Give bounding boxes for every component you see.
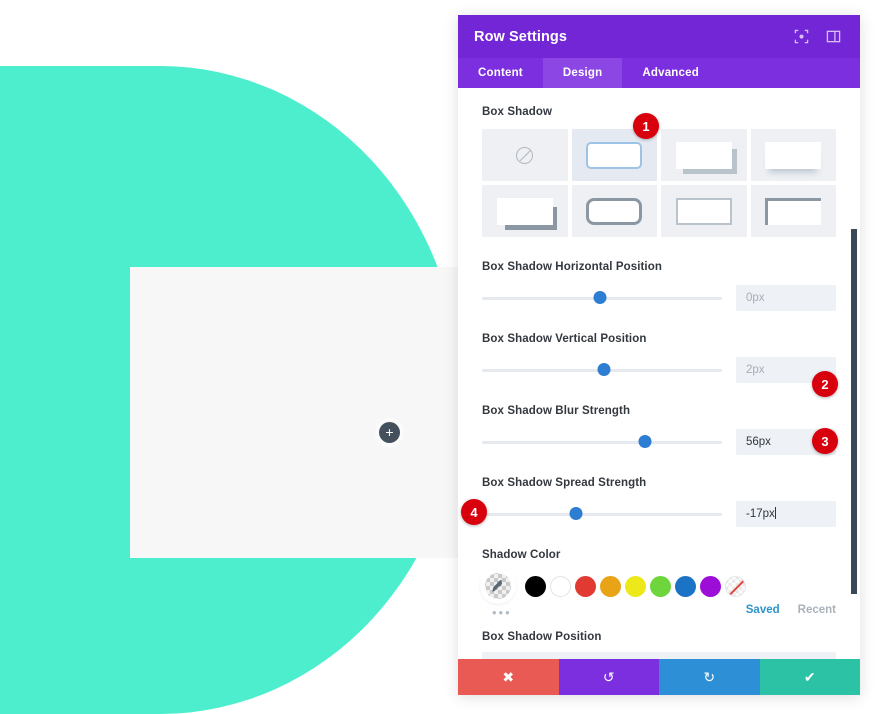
- redo-button[interactable]: ↻: [659, 659, 760, 695]
- swatch-purple[interactable]: [700, 575, 721, 597]
- settings-scroll-area: Box Shadow Box Shadow Horizontal Positio…: [458, 88, 860, 659]
- preset-thick-rounded-border[interactable]: [571, 185, 657, 237]
- spread-strength-slider[interactable]: [482, 507, 722, 521]
- blur-strength-slider[interactable]: [482, 435, 722, 449]
- slider-handle[interactable]: [638, 435, 652, 448]
- preset-preview: [765, 141, 822, 169]
- shadow-color-label: Shadow Color: [482, 549, 561, 561]
- vertical-position-slider[interactable]: [482, 363, 722, 377]
- modal-tabs: Content Design Advanced: [458, 58, 860, 88]
- swatch-red[interactable]: [575, 575, 596, 597]
- annotation-badge-2: 2: [812, 371, 838, 397]
- row-placeholder: [130, 267, 490, 558]
- swatch-green[interactable]: [650, 575, 671, 597]
- preset-top-left-corner[interactable]: [750, 185, 836, 237]
- horizontal-position-input[interactable]: 0px: [736, 285, 836, 311]
- swatch-black[interactable]: [525, 575, 546, 597]
- swatch-none[interactable]: [725, 575, 746, 597]
- swatch-orange[interactable]: [600, 575, 621, 597]
- preset-preview: [675, 197, 732, 225]
- add-module-button[interactable]: +: [379, 422, 400, 443]
- field-label: Box Shadow Horizontal Position: [482, 261, 662, 273]
- preset-preview: [586, 197, 643, 225]
- box-shadow-preset-grid: [482, 129, 836, 237]
- eyedropper-swatch[interactable]: [482, 570, 514, 602]
- eyedropper-icon: [485, 573, 511, 599]
- field-label: Box Shadow Blur Strength: [482, 405, 631, 417]
- control-box-shadow-position: Box Shadow Position Outer Shadow ▲▼: [482, 631, 836, 659]
- preset-preview: [496, 197, 553, 225]
- shadow-color-swatches: [482, 570, 836, 602]
- control-shadow-color: Shadow Color ••• Saved Recent: [482, 549, 836, 619]
- screen: + Row Settings Content Design Advanced B…: [0, 0, 880, 714]
- annotation-badge-3: 3: [812, 428, 838, 454]
- tab-design[interactable]: Design: [542, 58, 623, 88]
- box-shadow-section-label: Box Shadow: [482, 106, 553, 118]
- horizontal-position-slider[interactable]: [482, 291, 722, 305]
- tab-advanced[interactable]: Advanced: [622, 58, 719, 88]
- preset-preview: [586, 141, 643, 169]
- box-shadow-position-label: Box Shadow Position: [482, 631, 602, 643]
- settings-content: Box Shadow Box Shadow Horizontal Positio…: [458, 88, 860, 659]
- field-label: Box Shadow Spread Strength: [482, 477, 647, 489]
- slider-handle[interactable]: [597, 363, 611, 376]
- preset-soft-bottom[interactable]: [750, 129, 836, 181]
- swatch-yellow[interactable]: [625, 575, 646, 597]
- field-label: Box Shadow Vertical Position: [482, 333, 647, 345]
- scrollbar-thumb[interactable]: [851, 229, 857, 594]
- modal-footer: ✖ ↺ ↻ ✔: [458, 659, 860, 695]
- box-shadow-position-select[interactable]: Outer Shadow ▲▼: [482, 652, 836, 659]
- control-vertical-position: Box Shadow Vertical Position 2px: [482, 333, 836, 383]
- control-horizontal-position: Box Shadow Horizontal Position 0px: [482, 261, 836, 311]
- discard-button[interactable]: ✖: [458, 659, 559, 695]
- saved-colors-tab[interactable]: Saved: [746, 604, 780, 616]
- swatch-white[interactable]: [550, 575, 571, 597]
- save-button[interactable]: ✔: [759, 659, 860, 695]
- swatch-blue[interactable]: [675, 575, 696, 597]
- no-shadow-icon: [516, 146, 534, 164]
- row-settings-modal: Row Settings Content Design Advanced Box…: [458, 15, 860, 695]
- modal-header: Row Settings: [458, 15, 860, 58]
- undo-button[interactable]: ↺: [558, 659, 659, 695]
- preset-thin-border[interactable]: [661, 185, 747, 237]
- spread-strength-input[interactable]: -17px: [736, 501, 836, 527]
- page-title: Row Settings: [474, 28, 568, 45]
- preset-none[interactable]: [482, 129, 568, 181]
- slider-track: [482, 513, 722, 516]
- recent-colors-tab[interactable]: Recent: [798, 604, 836, 616]
- annotation-badge-1: 1: [633, 113, 659, 139]
- tab-content[interactable]: Content: [458, 58, 543, 88]
- panel-layout-icon[interactable]: [822, 26, 844, 48]
- slider-handle[interactable]: [593, 291, 607, 304]
- slider-track: [482, 441, 722, 444]
- slider-handle[interactable]: [569, 507, 583, 520]
- preset-offset-bottom-right[interactable]: [482, 185, 568, 237]
- preset-hard-bottom-right[interactable]: [661, 129, 747, 181]
- control-spread-strength: Box Shadow Spread Strength -17px: [482, 477, 836, 527]
- saved-recent-tabs: Saved Recent: [746, 604, 836, 616]
- scrollbar-track[interactable]: [850, 88, 858, 659]
- focus-target-icon[interactable]: [790, 26, 812, 48]
- annotation-badge-4: 4: [461, 499, 487, 525]
- control-blur-strength: Box Shadow Blur Strength 56px: [482, 405, 836, 455]
- preset-preview: [675, 141, 732, 169]
- select-value: Outer Shadow: [482, 652, 836, 659]
- preset-preview: [765, 197, 822, 225]
